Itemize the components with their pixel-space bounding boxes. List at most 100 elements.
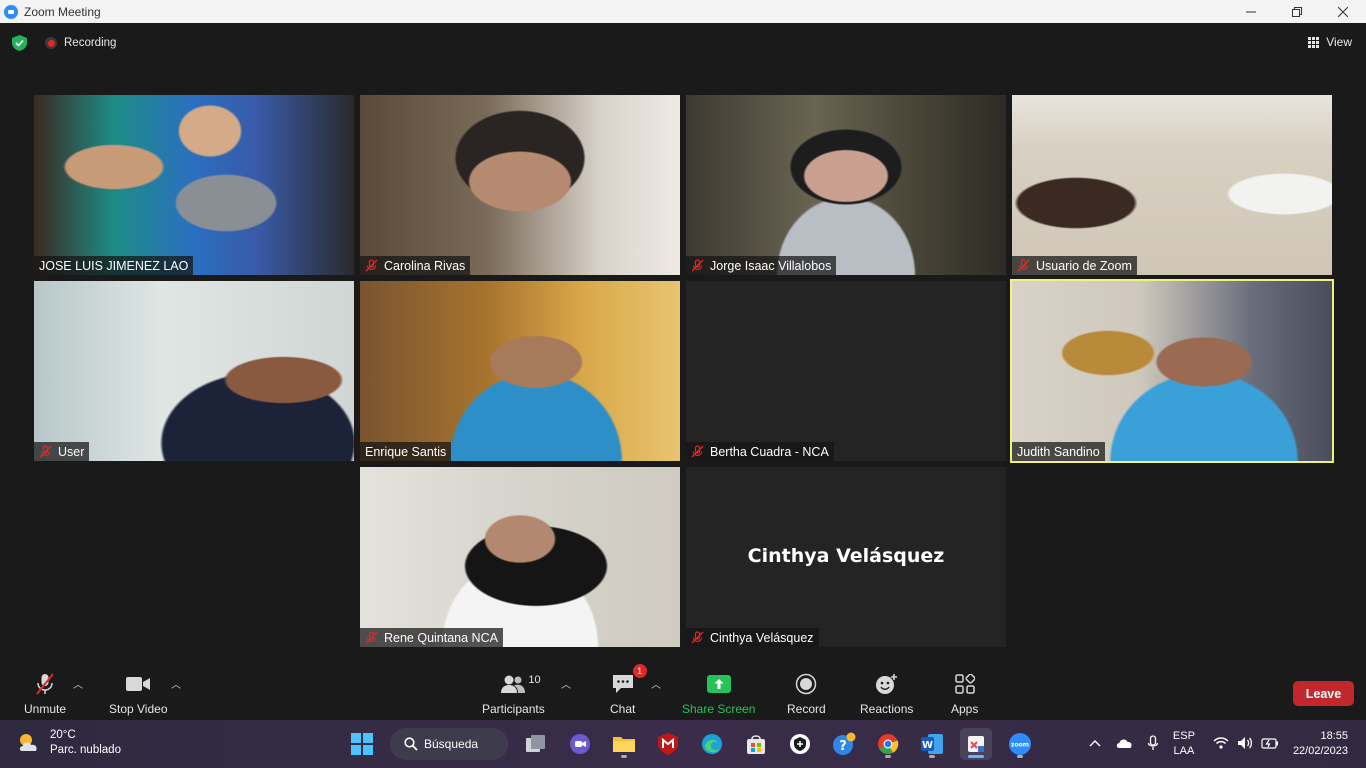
reactions-button[interactable]: Reactions xyxy=(860,672,913,716)
chat-bubble-icon: 1 xyxy=(611,664,647,696)
microsoft-store-button[interactable] xyxy=(740,728,772,760)
running-indicator xyxy=(885,755,891,758)
mcafee-shield-icon xyxy=(658,733,678,755)
participant-name-tag: Rene Quintana NCA xyxy=(360,628,503,647)
view-button[interactable]: View xyxy=(1308,35,1352,49)
participant-video xyxy=(686,281,1006,461)
help-app-button[interactable]: ? xyxy=(828,728,860,760)
participant-name: User xyxy=(58,444,85,459)
participant-video xyxy=(360,95,680,275)
chat-button[interactable]: 1 Chat xyxy=(610,664,647,716)
show-hidden-icons-chevron-icon[interactable] xyxy=(1089,738,1101,750)
onedrive-cloud-icon[interactable] xyxy=(1115,737,1133,752)
record-button[interactable]: Record xyxy=(787,672,826,716)
encryption-shield-icon[interactable] xyxy=(12,35,27,51)
meeting-controls-bar: Unmute ︿ Stop Video ︿ 10 Participants ︿ … xyxy=(0,664,1366,720)
meeting-top-bar: Recording View xyxy=(0,23,1366,63)
chrome-button[interactable] xyxy=(872,728,904,760)
zoom-icon: zoom xyxy=(1009,733,1031,755)
start-button[interactable] xyxy=(346,728,378,760)
participant-name-tag: Cinthya Velásquez xyxy=(686,628,819,647)
svg-text:W: W xyxy=(922,740,933,751)
audio-options-chevron-up-icon[interactable]: ︿ xyxy=(73,676,83,691)
share-screen-button[interactable]: Share Screen xyxy=(682,672,755,716)
chat-options-chevron-up-icon[interactable]: ︿ xyxy=(651,676,661,691)
record-label: Record xyxy=(787,702,826,716)
participant-name: Bertha Cuadra - NCA xyxy=(710,444,829,459)
participant-video xyxy=(34,95,354,275)
active-indicator xyxy=(968,755,984,758)
participant-name-tag: Carolina Rivas xyxy=(360,256,471,275)
participant-display-name: Cinthya Velásquez xyxy=(747,545,945,567)
video-tile[interactable]: JOSE LUIS JIMENEZ LAO xyxy=(34,95,354,275)
stop-video-button[interactable]: Stop Video xyxy=(109,672,168,716)
running-indicator xyxy=(929,755,935,758)
video-tile[interactable]: Bertha Cuadra - NCA xyxy=(686,281,1006,461)
video-tile[interactable]: Rene Quintana NCA xyxy=(360,467,680,647)
participant-name: Jorge Isaac Villalobos xyxy=(710,258,832,273)
muted-mic-icon xyxy=(365,259,378,272)
video-tile[interactable]: Jorge Isaac Villalobos xyxy=(686,95,1006,275)
svg-text:zoom: zoom xyxy=(1011,742,1029,749)
weather-widget[interactable]: 20°C Parc. nublado xyxy=(16,728,121,758)
share-screen-arrow-icon xyxy=(706,672,731,696)
input-language-indicator[interactable]: ESP LAA xyxy=(1173,729,1195,759)
edge-browser-button[interactable] xyxy=(696,728,728,760)
video-camera-icon xyxy=(125,672,151,696)
word-button[interactable]: W xyxy=(916,728,948,760)
participant-name: Cinthya Velásquez xyxy=(710,630,814,645)
leave-button[interactable]: Leave xyxy=(1293,681,1354,706)
participant-name: Rene Quintana NCA xyxy=(384,630,498,645)
video-tile[interactable]: User xyxy=(34,281,354,461)
participant-name-tag: User xyxy=(34,442,90,461)
clock-time: 18:55 xyxy=(1320,730,1348,742)
wifi-icon[interactable] xyxy=(1213,736,1229,752)
mcafee-button[interactable] xyxy=(652,728,684,760)
snipping-tool-button[interactable] xyxy=(960,728,992,760)
keyboard-layout: LAA xyxy=(1173,745,1195,757)
participants-icon: 10 xyxy=(500,672,541,696)
running-indicator xyxy=(621,755,627,758)
active-speaker-tile[interactable]: Judith Sandino xyxy=(1010,279,1334,463)
edge-icon xyxy=(702,734,722,754)
recording-label: Recording xyxy=(64,37,117,49)
task-view-button[interactable] xyxy=(520,728,552,760)
participants-count: 10 xyxy=(528,674,541,686)
record-icon xyxy=(795,672,817,696)
taskbar-search[interactable]: Búsqueda xyxy=(390,728,508,760)
teams-chat-icon xyxy=(570,734,590,754)
video-tile[interactable]: Usuario de Zoom xyxy=(1012,95,1332,275)
window-controls xyxy=(1228,0,1366,23)
participant-name: Usuario de Zoom xyxy=(1036,258,1132,273)
participants-options-chevron-up-icon[interactable]: ︿ xyxy=(561,676,571,691)
shield-outline-icon xyxy=(790,734,810,754)
video-options-chevron-up-icon[interactable]: ︿ xyxy=(171,676,181,691)
system-clock[interactable]: 18:55 22/02/2023 xyxy=(1293,729,1348,759)
title-bar: Zoom Meeting xyxy=(0,0,1366,23)
unmute-button[interactable]: Unmute xyxy=(24,672,66,716)
security-app-button[interactable] xyxy=(784,728,816,760)
recording-indicator[interactable]: Recording xyxy=(45,37,116,49)
battery-charging-icon[interactable] xyxy=(1261,737,1279,752)
video-tile[interactable]: Carolina Rivas xyxy=(360,95,680,275)
video-tile[interactable]: Cinthya Velásquez Cinthya Velásquez xyxy=(686,467,1006,647)
recording-dot-icon xyxy=(45,37,57,49)
windows-logo-icon xyxy=(351,733,373,755)
running-indicator xyxy=(1017,755,1023,758)
participants-button[interactable]: 10 Participants xyxy=(482,672,545,716)
microphone-icon[interactable] xyxy=(1147,734,1159,754)
muted-mic-icon xyxy=(365,631,378,644)
apps-button[interactable]: Apps xyxy=(951,672,978,716)
language-code: ESP xyxy=(1172,730,1195,742)
file-explorer-button[interactable] xyxy=(608,728,640,760)
word-icon: W xyxy=(921,734,943,754)
restore-button[interactable] xyxy=(1274,0,1320,23)
minimize-button[interactable] xyxy=(1228,0,1274,23)
video-tile[interactable]: Enrique Santis xyxy=(360,281,680,461)
close-button[interactable] xyxy=(1320,0,1366,23)
smiley-plus-icon xyxy=(875,672,899,696)
zoom-taskbar-button[interactable]: zoom xyxy=(1004,728,1036,760)
svg-text:?: ? xyxy=(839,739,847,754)
teams-chat-button[interactable] xyxy=(564,728,596,760)
volume-icon[interactable] xyxy=(1237,736,1253,753)
